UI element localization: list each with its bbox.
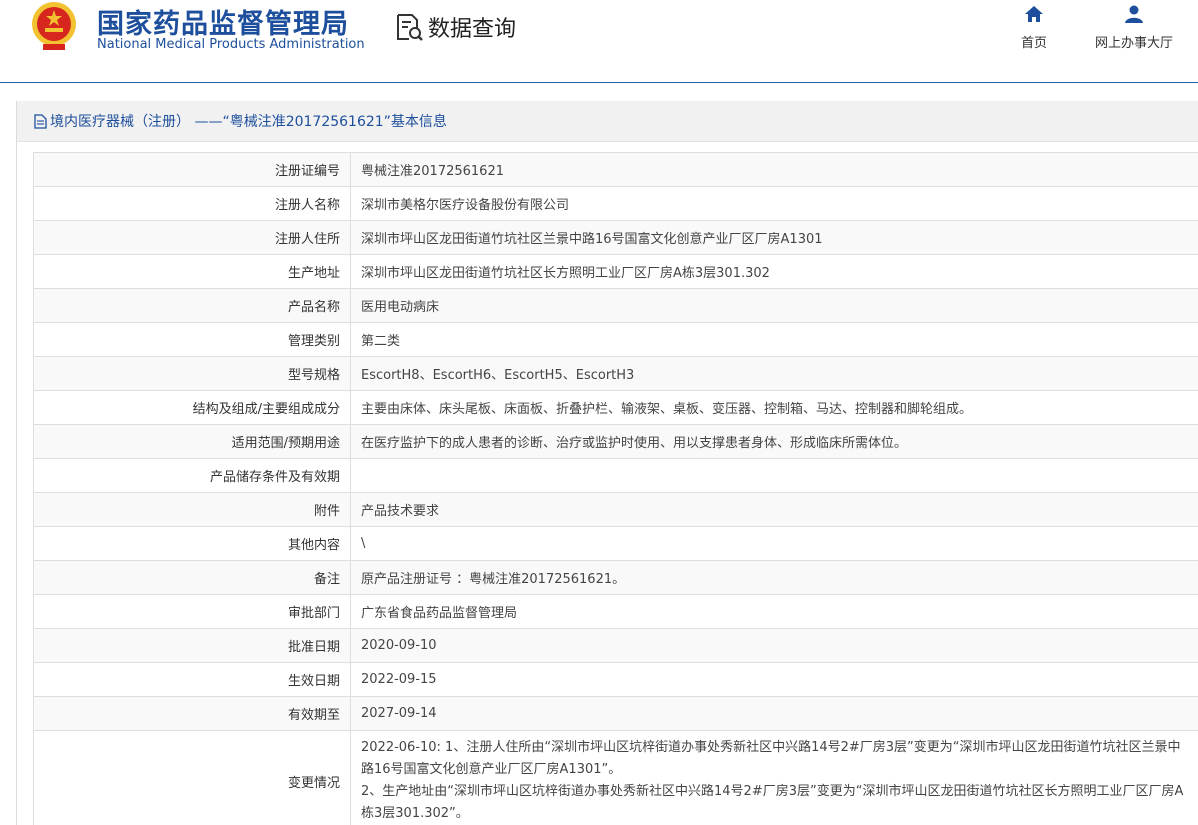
table-row: 备注 原产品注册证号 ：粤械注准20172561621。 [33, 560, 1198, 595]
field-label: 附件 [33, 492, 351, 527]
nav-home[interactable]: 首页 [1014, 4, 1054, 51]
registration-info-table: 注册证编号 粤械注准20172561621 注册人名称 深圳市美格尔医疗设备股份有限… [33, 152, 1198, 825]
national-emblem-icon [32, 2, 76, 50]
field-label: 生产地址 [33, 254, 351, 289]
field-label: 生效日期 [33, 662, 351, 697]
document-search-icon [397, 14, 423, 41]
field-value: 2022-09-15 [350, 662, 1198, 697]
nav-online-service-hall-label: 网上办事大厅 [1094, 36, 1173, 51]
field-label: 适用范围/预期用途 [33, 424, 351, 459]
field-value: \ [350, 526, 1198, 561]
field-label: 批准日期 [33, 628, 351, 663]
field-value: 医用电动病床 [350, 288, 1198, 323]
field-label: 型号规格 [33, 356, 351, 391]
field-value: 原产品注册证号 ：粤械注准20172561621。 [350, 560, 1198, 595]
field-value: 深圳市坪山区龙田街道竹坑社区长方照明工业厂区厂房A栋3层301.302 [350, 254, 1198, 289]
field-value: 主要由床体、床头尾板、床面板、折叠护栏、输液架、桌板、变压器、控制箱、马达、控制… [350, 390, 1198, 425]
table-row: 附件 产品技术要求 [33, 492, 1198, 527]
field-label: 注册人名称 [33, 186, 351, 221]
panel-header: 境内医疗器械（注册） ——“粤械注准20172561621”基本信息 [17, 101, 1198, 142]
data-query-label: 数据查询 [428, 17, 517, 42]
user-icon [1125, 5, 1143, 23]
field-value: 产品技术要求 [350, 492, 1198, 527]
field-value: 在医疗监护下的成人患者的诊断、治疗或监护时使用、用以支撑患者身体、形成临床所需体… [350, 424, 1198, 459]
field-value: 2020-09-10 [350, 628, 1198, 663]
table-row: 生产地址 深圳市坪山区龙田街道竹坑社区长方照明工业厂区厂房A栋3层301.302 [33, 254, 1198, 289]
nav-online-service-hall[interactable]: 网上办事大厅 [1086, 4, 1182, 51]
change-line: 2、生产地址由“深圳市坪山区坑梓街道办事处秀新社区中兴路14号2#厂房3层”变更… [361, 784, 1184, 821]
field-value: 深圳市美格尔医疗设备股份有限公司 [350, 186, 1198, 221]
field-label: 其他内容 [33, 526, 351, 561]
change-line: 2022-06-10: 1、注册人住所由“深圳市坪山区坑梓街道办事处秀新社区中兴… [361, 740, 1181, 777]
field-label: 注册人住所 [33, 220, 351, 255]
site-title-english: National Medical Products Administration [97, 37, 365, 52]
panel-title: 境内医疗器械（注册） ——“粤械注准20172561621”基本信息 [50, 114, 447, 130]
table-row: 其他内容 \ [33, 526, 1198, 561]
field-label: 变更情况 [33, 730, 351, 825]
field-label: 审批部门 [33, 594, 351, 629]
nav-home-label: 首页 [1020, 36, 1047, 51]
home-icon [1025, 6, 1043, 22]
table-row: 产品储存条件及有效期 [33, 458, 1198, 493]
header-divider [0, 82, 1198, 83]
table-row: 注册人住所 深圳市坪山区龙田街道竹坑社区兰景中路16号国富文化创意产业厂区厂房A1… [33, 220, 1198, 255]
field-value: 深圳市坪山区龙田街道竹坑社区兰景中路16号国富文化创意产业厂区厂房A1301 [350, 220, 1198, 255]
field-label: 结构及组成/主要组成成分 [33, 390, 351, 425]
field-value [350, 458, 1198, 493]
field-value: 粤械注准20172561621 [350, 152, 1198, 187]
site-header: 国家药品监督管理局 National Medical Products Admi… [0, 0, 1198, 84]
table-row: 批准日期 2020-09-10 [33, 628, 1198, 663]
device-info-panel: 境内医疗器械（注册） ——“粤械注准20172561621”基本信息 注册证编号… [16, 101, 1198, 825]
field-value: 2027-09-14 [350, 696, 1198, 731]
field-label: 有效期至 [33, 696, 351, 731]
field-label: 产品储存条件及有效期 [33, 458, 351, 493]
table-row: 注册人名称 深圳市美格尔医疗设备股份有限公司 [33, 186, 1198, 221]
field-label: 管理类别 [33, 322, 351, 357]
field-value: EscortH8、EscortH6、EscortH5、EscortH3 [350, 356, 1198, 391]
field-label: 备注 [33, 560, 351, 595]
data-query-link[interactable]: 数据查询 [394, 10, 516, 44]
table-row: 注册证编号 粤械注准20172561621 [33, 152, 1198, 187]
field-label: 注册证编号 [33, 152, 351, 187]
table-row: 型号规格 EscortH8、EscortH6、EscortH5、EscortH3 [33, 356, 1198, 391]
table-row: 产品名称 医用电动病床 [33, 288, 1198, 323]
site-title[interactable]: 国家药品监督管理局 [97, 2, 349, 41]
table-row: 适用范围/预期用途 在医疗监护下的成人患者的诊断、治疗或监护时使用、用以支撑患者身… [33, 424, 1198, 459]
field-value: 广东省食品药品监督管理局 [350, 594, 1198, 629]
table-row: 生效日期 2022-09-15 [33, 662, 1198, 697]
table-row: 有效期至 2027-09-14 [33, 696, 1198, 731]
change-history-row: 变更情况 2022-06-10: 1、注册人住所由“深圳市坪山区坑梓街道办事处秀… [33, 730, 1198, 825]
document-icon [34, 113, 47, 129]
table-row: 管理类别 第二类 [33, 322, 1198, 357]
table-row: 结构及组成/主要组成成分 主要由床体、床头尾板、床面板、折叠护栏、输液架、桌板、变… [33, 390, 1198, 425]
field-value: 第二类 [350, 322, 1198, 357]
change-history-value: 2022-06-10: 1、注册人住所由“深圳市坪山区坑梓街道办事处秀新社区中兴… [350, 730, 1198, 825]
table-row: 审批部门 广东省食品药品监督管理局 [33, 594, 1198, 629]
field-label: 产品名称 [33, 288, 351, 323]
